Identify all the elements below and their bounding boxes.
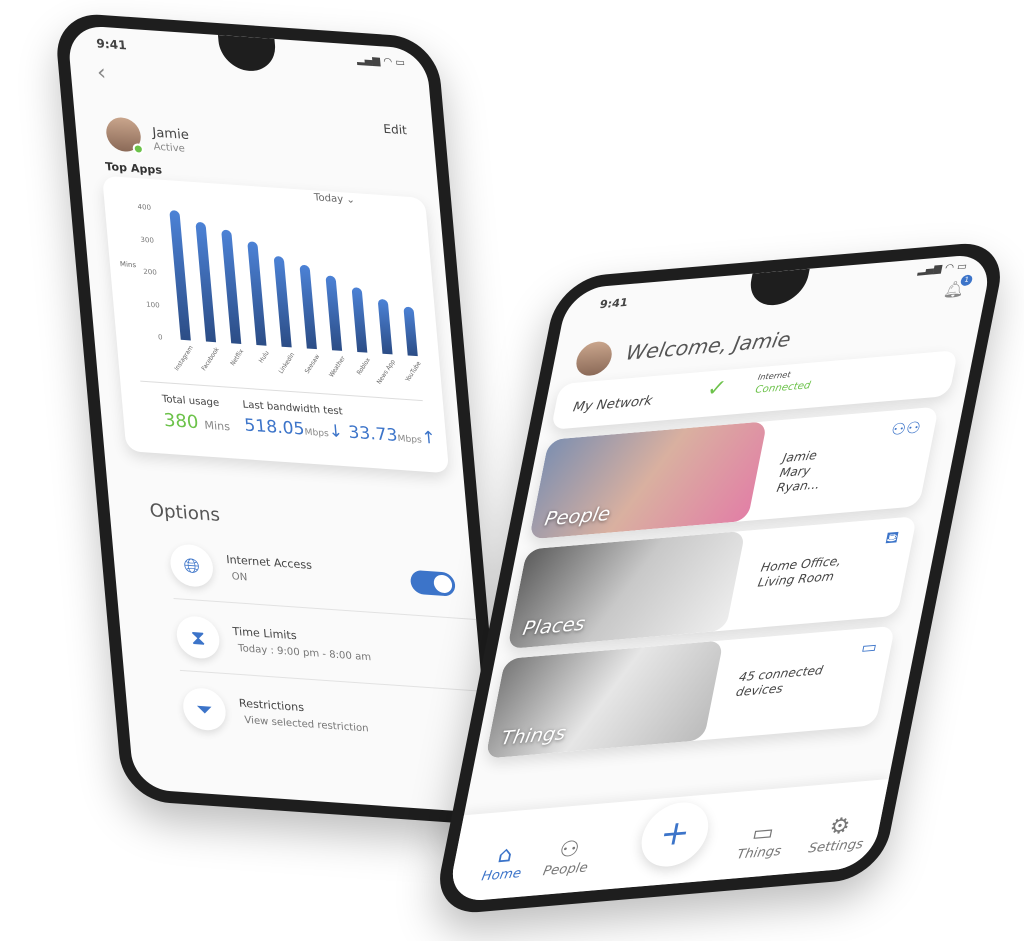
total-usage-unit: Mins	[203, 418, 231, 434]
bandwidth-values: 518.05Mbps↓ 33.73Mbps↑	[244, 415, 437, 448]
options-list: 🌐︎ Internet Access ON ⧗ Time Limits Toda…	[148, 532, 492, 794]
user-name: Jamie	[151, 125, 190, 144]
x-tick-label: News App	[375, 358, 398, 386]
x-tick-label: Weather	[327, 354, 347, 379]
period-value: Today	[313, 192, 344, 206]
bar-roblox	[351, 287, 368, 353]
download-unit: Mbps	[304, 427, 330, 440]
y-tick-label: 0	[157, 333, 163, 342]
right-phone: 9:41 ▂▄▆ ◠ ▭ 🔔︎ 1 Welcome, Jamie My Netwo…	[431, 240, 1009, 916]
user-status: Active	[153, 141, 186, 155]
x-tick-label: YouTube	[403, 360, 423, 384]
people-icon: ⚇⚇	[889, 417, 923, 440]
arrow-down-icon: ↓	[327, 421, 344, 443]
x-tick-label: LinkedIn	[277, 351, 297, 376]
y-tick-label: 400	[137, 202, 152, 212]
hourglass-icon: ⧗	[175, 614, 222, 660]
bottom-nav: ⌂ Home ⚇ People + ▭ Things ⚙ Settings	[446, 779, 889, 903]
welcome-title: Welcome, Jamie	[623, 326, 793, 365]
edit-button[interactable]: Edit	[383, 122, 408, 138]
nav-settings[interactable]: ⚙ Settings	[807, 812, 869, 856]
filter-icon: ⏷	[181, 686, 228, 732]
option-subtitle: Today : 9:00 pm - 8:00 am	[237, 643, 372, 664]
x-tick-label: Facebook	[200, 346, 221, 373]
period-dropdown[interactable]: Today ⌄	[314, 192, 356, 206]
bar-chart: 0 100 200 300 400 Instagram Facebook Netflix Hul…	[137, 203, 429, 386]
tile-detail: Home Office, Living Room	[756, 553, 843, 590]
option-title: Time Limits	[232, 624, 298, 643]
status-time: 9:41	[95, 36, 128, 53]
nav-home[interactable]: ⌂ Home	[480, 841, 527, 884]
bandwidth-label: Last bandwidth test	[242, 399, 344, 418]
upload-unit: Mbps	[397, 434, 423, 446]
bar-linkedin	[273, 255, 292, 348]
network-label: My Network	[571, 393, 654, 416]
tile-detail: Jamie Mary Ryan...	[775, 448, 822, 495]
arrow-up-icon: ↑	[420, 427, 437, 449]
tiles: People Jamie Mary Ryan... ⚇⚇ Places Home O…	[483, 406, 947, 769]
y-tick-label: 300	[140, 235, 155, 245]
status-time: 9:41	[598, 295, 630, 312]
avatar	[104, 116, 145, 155]
total-usage: 380 Mins	[163, 410, 231, 436]
check-icon: ✓	[704, 375, 729, 403]
sofa-icon: ⛾	[883, 527, 901, 548]
internet-access-toggle[interactable]	[409, 569, 457, 597]
bar-youtube	[403, 306, 418, 357]
bar-hulu	[247, 241, 267, 346]
globe-icon: 🌐︎	[168, 543, 215, 588]
bar-news-app	[377, 298, 393, 355]
x-tick-label: Instagram	[173, 344, 196, 373]
bar-weather	[325, 275, 343, 351]
notch	[745, 268, 810, 308]
download-speed: 518.05	[243, 415, 306, 440]
bar-seesaw	[299, 264, 317, 350]
nav-people[interactable]: ⚇ People	[542, 836, 595, 880]
chevron-down-icon: ⌄	[345, 194, 356, 207]
bar-netflix	[221, 229, 242, 344]
x-tick-label: Netflix	[229, 347, 246, 368]
bell-icon[interactable]: 🔔︎ 1	[942, 274, 974, 300]
bar-facebook	[195, 221, 217, 343]
notification-badge: 1	[959, 274, 974, 287]
notch	[217, 34, 278, 73]
x-tick-label: Seesaw	[303, 353, 322, 376]
total-usage-value: 380	[162, 409, 200, 434]
x-tick-label: Roblox	[355, 356, 372, 377]
top-apps-card: Today ⌄ Mins 0 100 200 300 400 Instagram Faceb…	[102, 175, 450, 474]
option-subtitle: View selected restriction	[244, 714, 370, 735]
bar-instagram	[169, 210, 191, 341]
left-phone: 9:41 ▂▄▆ ◠ ▭ ‹ Edit Jamie Active Top App…	[53, 11, 507, 827]
child-detail-screen: 9:41 ▂▄▆ ◠ ▭ ‹ Edit Jamie Active Top App…	[66, 24, 494, 814]
section-title: Top Apps	[104, 160, 163, 177]
upload-speed: 33.73	[347, 422, 399, 447]
option-title: Restrictions	[238, 696, 305, 715]
home-screen: 9:41 ▂▄▆ ◠ ▭ 🔔︎ 1 Welcome, Jamie My Netwo…	[446, 253, 994, 903]
status-icons: ▂▄▆ ◠ ▭	[356, 54, 406, 69]
back-button[interactable]: ‹	[96, 60, 107, 86]
option-subtitle: ON	[231, 571, 248, 584]
status-icons: ▂▄▆ ◠ ▭	[917, 261, 968, 277]
online-indicator	[132, 143, 145, 155]
option-title: Internet Access	[225, 553, 313, 572]
total-usage-label: Total usage	[161, 393, 220, 409]
y-tick-label: 200	[142, 267, 158, 277]
option-restrictions[interactable]: ⏷ Restrictions View selected restriction	[181, 677, 489, 764]
tile-detail: 45 connected devices	[734, 663, 825, 700]
devices-icon: ▭	[859, 636, 879, 658]
add-button[interactable]: +	[635, 799, 714, 870]
internet-label: Internet	[757, 370, 792, 382]
x-tick-label: Hulu	[257, 349, 271, 365]
y-tick-label: 100	[145, 300, 161, 310]
internet-status: Connected	[754, 380, 812, 396]
nav-things[interactable]: ▭ Things	[736, 819, 788, 863]
options-title: Options	[148, 500, 221, 526]
avatar[interactable]	[573, 340, 615, 378]
